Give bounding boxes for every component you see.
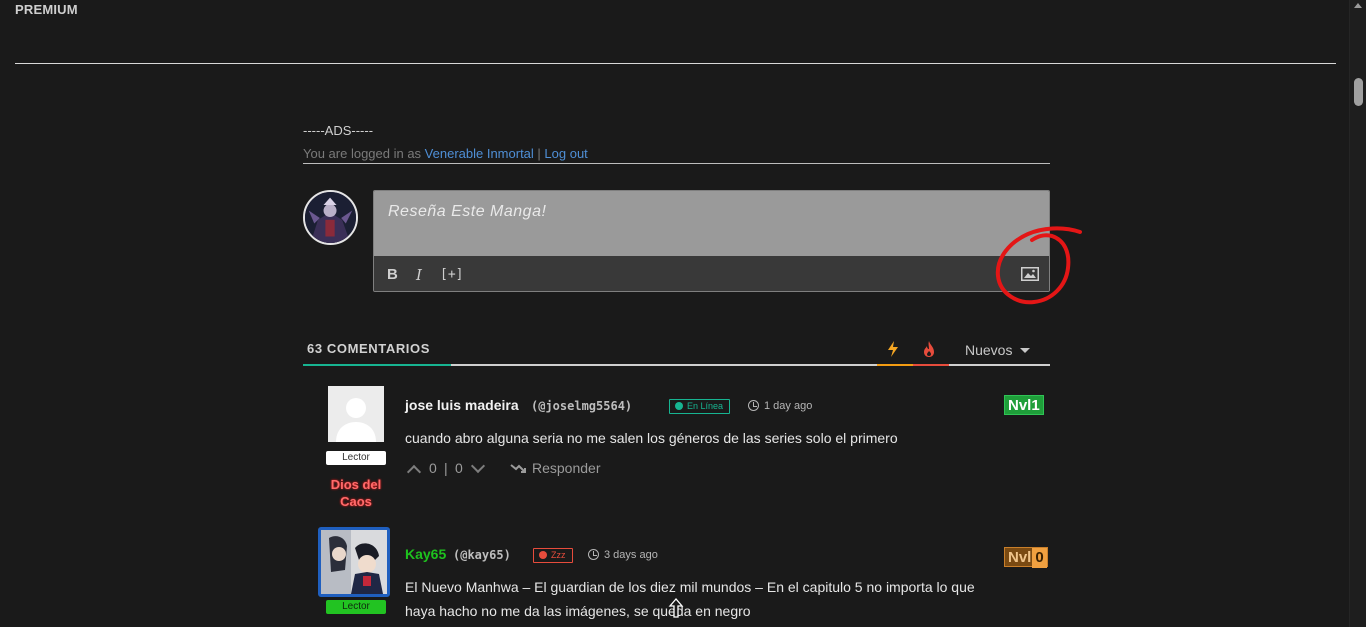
login-divider: [303, 163, 1050, 164]
away-status-badge: Zzz: [533, 548, 573, 563]
bolt-tab-indicator: [877, 364, 913, 366]
downvote-chevron-icon[interactable]: [470, 458, 486, 474]
comment-author-name[interactable]: Kay65: [405, 546, 446, 562]
mouse-cursor-icon: [668, 598, 684, 618]
fire-tab-indicator: [913, 364, 949, 366]
avatar-art: [321, 530, 387, 594]
image-upload-icon[interactable]: [1021, 267, 1039, 281]
ads-placeholder: -----ADS-----: [303, 123, 374, 138]
status-label: En Línea: [687, 401, 724, 411]
comment-avatar[interactable]: [328, 386, 384, 442]
clock-icon: [748, 400, 759, 411]
role-badge: Lector: [326, 451, 386, 465]
reply-button[interactable]: Responder: [510, 460, 601, 476]
current-user-avatar: [303, 190, 358, 245]
italic-icon[interactable]: I: [416, 266, 422, 284]
upvote-chevron-icon[interactable]: [406, 464, 422, 480]
downvote-count: 0: [455, 460, 463, 476]
logout-link[interactable]: Log out: [544, 146, 587, 161]
comment-composer[interactable]: Reseña Este Manga! B I [+]: [373, 190, 1050, 292]
vote-separator: |: [444, 460, 448, 476]
premium-label[interactable]: PREMIUM: [15, 2, 78, 17]
comment-textarea[interactable]: Reseña Este Manga!: [374, 191, 1049, 256]
upvote-count: 0: [429, 460, 437, 476]
active-tab-indicator: [303, 364, 451, 366]
login-separator: |: [533, 146, 545, 161]
rank-title: Dios del Caos: [330, 477, 382, 509]
fire-icon[interactable]: [921, 340, 937, 358]
status-dot-icon: [675, 402, 683, 410]
role-badge: Lector: [326, 600, 386, 614]
reply-arrow-icon: [510, 464, 526, 473]
time-label: 3 days ago: [604, 549, 658, 561]
online-status-badge: En Línea: [669, 399, 731, 414]
comment-time[interactable]: 3 days ago: [588, 549, 658, 561]
spoiler-icon[interactable]: [+]: [440, 267, 463, 282]
sort-selected-label: Nuevos: [965, 342, 1013, 358]
comment-time[interactable]: 1 day ago: [748, 400, 812, 412]
login-prefix: You are logged in as: [303, 146, 425, 161]
scroll-up-arrow-icon[interactable]: [1354, 3, 1362, 8]
level-number: 0: [1032, 548, 1047, 568]
level-prefix: Nvl: [1008, 549, 1032, 566]
sort-dropdown[interactable]: Nuevos: [965, 342, 1031, 358]
reply-label: Responder: [532, 460, 601, 476]
comments-header-divider: [303, 364, 1050, 366]
status-dot-icon: [539, 551, 547, 559]
comments-count-tab[interactable]: 63 COMENTARIOS: [307, 341, 430, 356]
username-link[interactable]: Venerable Inmortal: [425, 146, 534, 161]
avatar-art: [305, 192, 356, 243]
bold-icon[interactable]: B: [387, 266, 398, 283]
page-scrollbar[interactable]: [1349, 0, 1366, 627]
login-status: You are logged in as Venerable Inmortal …: [303, 146, 588, 161]
comment-author-handle: (@joselmg5564): [531, 399, 633, 413]
chevron-down-icon: [1020, 348, 1031, 353]
comment-text-line-1: El Nuevo Manhwa – El guardian de los die…: [405, 579, 975, 595]
level-badge: Nvl1: [1004, 395, 1044, 415]
bolt-icon[interactable]: [885, 340, 901, 358]
composer-toolbar: B I [+]: [374, 256, 1049, 291]
header-divider: [15, 63, 1336, 64]
comment-avatar[interactable]: [318, 527, 390, 597]
level-badge: Nvl 0: [1004, 547, 1048, 568]
comment-text-line-2: haya hacho no me da las imágenes, se que…: [405, 603, 751, 619]
default-user-icon: [328, 386, 384, 442]
clock-icon: [588, 549, 599, 560]
comment-text: cuando abro alguna seria no me salen los…: [405, 430, 898, 446]
scroll-thumb[interactable]: [1354, 78, 1363, 106]
comment-author-handle: (@kay65): [453, 548, 511, 562]
time-label: 1 day ago: [764, 400, 813, 412]
comment-author-name[interactable]: jose luis madeira: [405, 397, 519, 413]
status-label: Zzz: [551, 550, 566, 560]
